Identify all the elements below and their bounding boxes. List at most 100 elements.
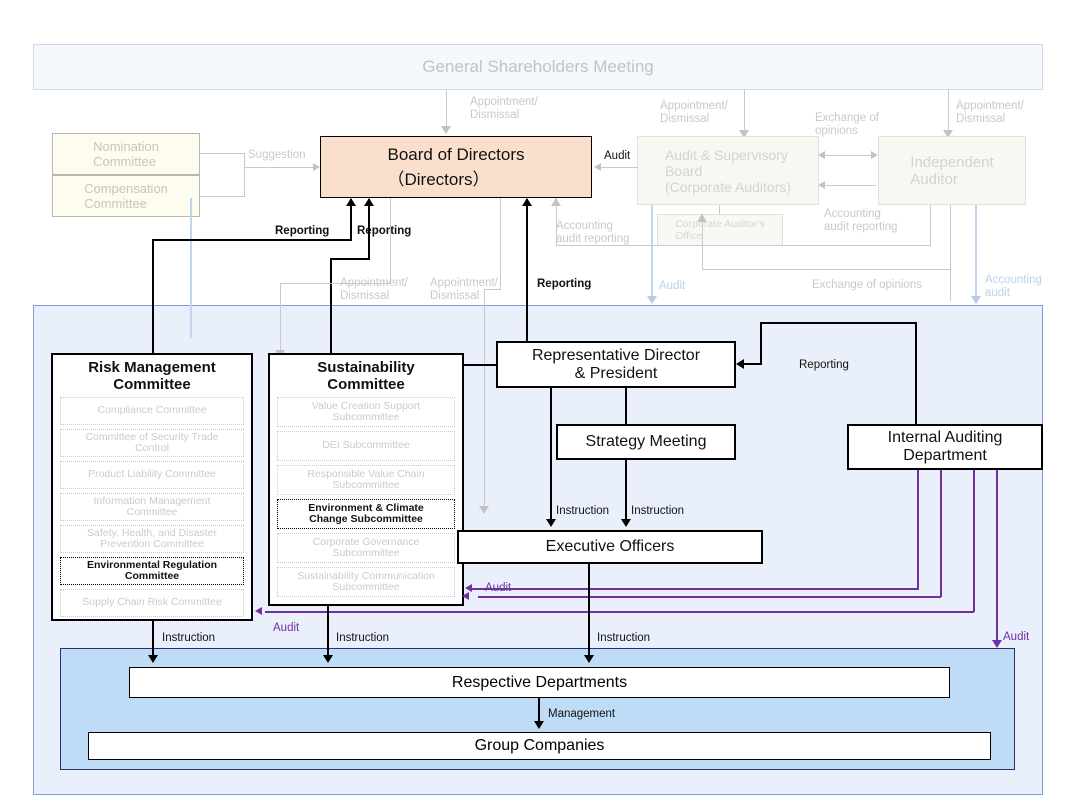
label-instruction-eo-right: Instruction [631, 505, 685, 517]
line-asb-audit-board [600, 167, 638, 169]
board-of-directors-label: Board of Directors （Directors） [387, 144, 525, 189]
arrow-instr-eo-left [546, 519, 556, 527]
line-reporting-risk-h [152, 239, 352, 242]
group-companies-box[interactable]: Group Companies [88, 732, 991, 760]
label-accounting-audit-blue: Accounting audit [985, 274, 1042, 299]
line-exchange-opinions-top [824, 155, 874, 157]
corporate-auditors-office-box[interactable]: Corporate Auditor's Office [657, 214, 783, 246]
risk-subcommittee-3[interactable]: Information Management Committee [60, 493, 244, 521]
risk-management-committee-box[interactable]: Risk Management Committee Compliance Com… [51, 353, 253, 621]
arrow-eo-bottom [697, 214, 707, 222]
risk-subcommittee-list: Compliance Committee Committee of Securit… [53, 397, 251, 622]
line-reporting-risk-v [152, 239, 155, 359]
line-instr-dept1 [152, 621, 155, 658]
sustainability-subcommittee-2[interactable]: Responsible Value Chain Subcommittee [277, 465, 455, 495]
label-reporting-internal-audit: Reporting [799, 359, 849, 371]
line-reporting-sust-v [330, 258, 333, 358]
sustainability-subcommittee-0[interactable]: Value Creation Support Subcommittee [277, 397, 455, 427]
compensation-committee-label: Compensation Committee [84, 181, 168, 211]
line-ia-reporting-to-repdir [744, 363, 762, 366]
line-repdir-left-stub [464, 364, 497, 367]
arrow-reporting-sust [364, 198, 374, 206]
respective-departments-label: Respective Departments [451, 673, 628, 691]
sustainability-committee-title: Sustainability Committee [317, 359, 415, 393]
line-instr-dept2 [327, 606, 330, 658]
line-eo-bottom-h [702, 269, 950, 271]
corporate-auditors-office-label: Corporate Auditor's Office [675, 218, 765, 242]
board-of-directors-box[interactable]: Board of Directors （Directors） [320, 136, 592, 198]
line-sm-to-asb [744, 90, 746, 132]
line-eo-bottom-up [702, 214, 704, 270]
line-audit-purple-eo-v [917, 470, 919, 590]
arrow-audit-purple-eo [465, 584, 472, 592]
nomination-committee-box[interactable]: Nomination Committee [52, 133, 200, 175]
line-committee-bracket-top [200, 153, 245, 155]
label-appointment-dismissal-asb: Appointment/ Dismissal [660, 100, 728, 125]
sustainability-committee-box[interactable]: Sustainability Committee Value Creation … [268, 353, 464, 606]
representative-director-box[interactable]: Representative Director & President [496, 341, 736, 388]
label-audit-purple-depts: Audit [1003, 631, 1030, 643]
arrow-exchange-right [871, 151, 878, 159]
internal-auditing-department-box[interactable]: Internal Auditing Department [847, 424, 1043, 470]
risk-management-committee-title: Risk Management Committee [88, 359, 216, 393]
arrow-suggestion [313, 163, 320, 171]
sustainability-subcommittee-3[interactable]: Environment & Climate Change Subcommitte… [277, 499, 455, 529]
audit-supervisory-board-box[interactable]: Audit & Supervisory Board (Corporate Aud… [637, 136, 819, 205]
shareholders-meeting-label: General Shareholders Meeting [422, 57, 654, 76]
label-instruction-eo-left: Instruction [556, 505, 610, 517]
risk-subcommittee-0[interactable]: Compliance Committee [60, 397, 244, 425]
compensation-committee-box[interactable]: Compensation Committee [52, 175, 200, 217]
arrow-audit-purple-depts [992, 640, 1002, 648]
label-management: Management [548, 708, 616, 720]
arrow-instr-eo-right [621, 519, 631, 527]
sustainability-subcommittee-5[interactable]: Sustainability Communication Subcommitte… [277, 567, 455, 597]
label-exchange-opinions-bottom: Exchange of opinions [812, 279, 922, 291]
arrow-audit-purple-risk [255, 607, 262, 615]
arrow-audit-blue-left [647, 296, 657, 304]
risk-subcommittee-2[interactable]: Product Liability Committee [60, 461, 244, 489]
line-audit-purple-depts [996, 470, 998, 643]
label-instruction-dept-1: Instruction [162, 632, 216, 644]
arrow-aar-left [551, 198, 561, 206]
line-aar-left-v [930, 205, 932, 246]
nomination-committee-label: Nomination Committee [93, 139, 159, 169]
risk-subcommittee-4[interactable]: Safety, Health, and Disaster Prevention … [60, 525, 244, 553]
risk-subcommittee-5[interactable]: Environmental Regulation Committee [60, 557, 244, 585]
line-ia-reporting-h [760, 322, 917, 325]
label-audit-purple-eo: Audit [485, 582, 512, 594]
label-reporting-repdir: Reporting [537, 278, 592, 290]
line-accounting-audit-blue [975, 205, 977, 300]
arrow-asb-audit-board [594, 163, 601, 171]
line-committee-bracket-right [244, 153, 246, 197]
independent-auditor-label: Independent Auditor [910, 153, 994, 188]
sustainability-subcommittee-4[interactable]: Corporate Governance Subcommittee [277, 533, 455, 563]
line-repdir-to-strategy [625, 388, 628, 425]
respective-departments-box[interactable]: Respective Departments [129, 667, 950, 698]
audit-supervisory-board-label: Audit & Supervisory Board (Corporate Aud… [664, 146, 792, 195]
strategy-meeting-label: Strategy Meeting [585, 433, 707, 451]
label-reporting-sust: Reporting [357, 225, 412, 237]
line-eo-bottom-v-right [950, 205, 952, 301]
governance-diagram: General Shareholders Meeting Appointment… [0, 0, 1080, 810]
arrow-exchange-left [818, 151, 825, 159]
line-reporting-repdir [526, 199, 529, 341]
representative-director-label: Representative Director & President [531, 346, 701, 382]
internal-auditing-department-label: Internal Auditing Department [887, 429, 1003, 464]
line-ia-reporting-v [915, 322, 918, 426]
strategy-meeting-box[interactable]: Strategy Meeting [556, 424, 736, 460]
executive-officers-box[interactable]: Executive Officers [457, 530, 763, 564]
arrow-audit-purple-sust [462, 592, 469, 600]
sustainability-subcommittee-1[interactable]: DEI Subcommittee [277, 431, 455, 461]
sustainability-subcommittee-list: Value Creation Support Subcommittee DEI S… [270, 397, 462, 602]
line-ad-risk-down [280, 283, 282, 353]
independent-auditor-box[interactable]: Independent Auditor [878, 136, 1026, 205]
risk-subcommittee-6[interactable]: Supply Chain Risk Committee [60, 589, 244, 617]
arrow-accounting-audit-blue [971, 296, 981, 304]
line-ad-sust-v [500, 198, 502, 290]
group-companies-label: Group Companies [474, 737, 605, 754]
executive-officers-label: Executive Officers [545, 538, 675, 556]
shareholders-meeting-box[interactable]: General Shareholders Meeting [33, 44, 1043, 90]
risk-subcommittee-1[interactable]: Committee of Security Trade Control [60, 429, 244, 457]
line-ad-sust-down [484, 289, 486, 509]
label-accounting-audit-reporting-right: Accounting audit reporting [824, 208, 898, 233]
